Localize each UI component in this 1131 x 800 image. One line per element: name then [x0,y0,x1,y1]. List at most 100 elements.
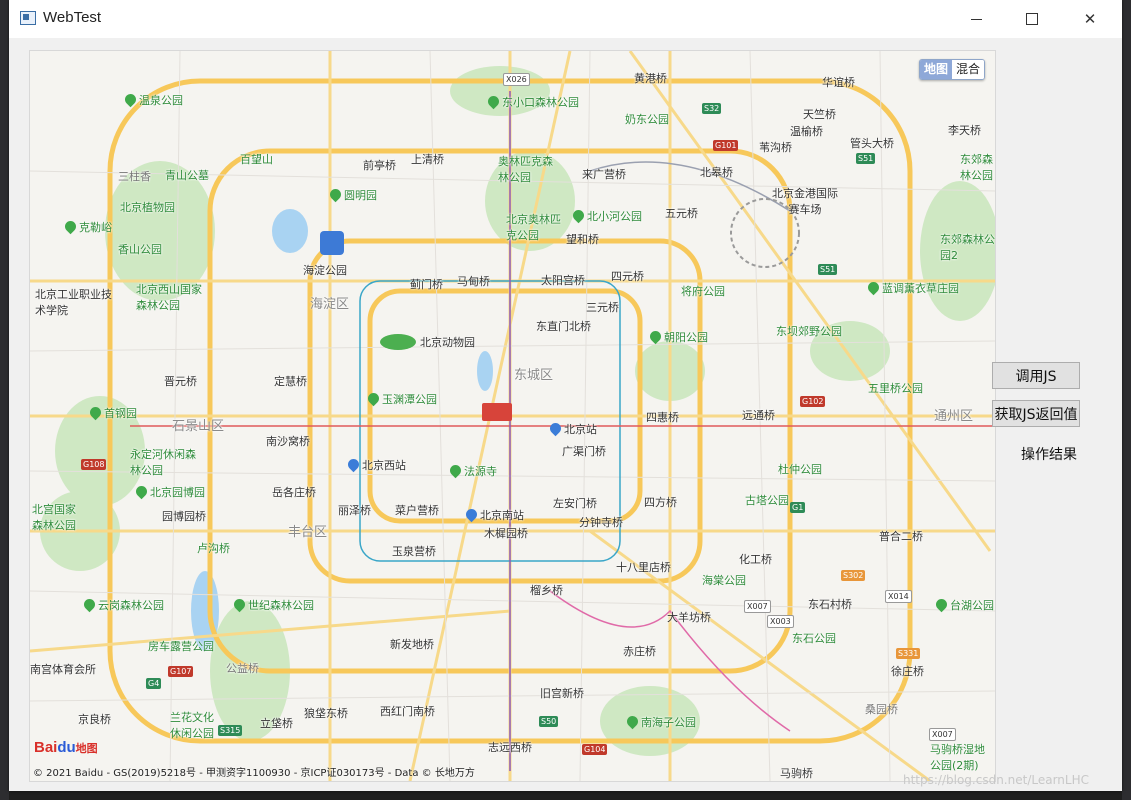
maximize-button[interactable] [1009,0,1055,38]
maximize-icon [1026,13,1038,25]
map-road-label: 公益桥 [226,662,259,675]
map-poi-label: 东小口森林公园 [485,93,579,110]
park-pin-icon [570,207,587,224]
map-station-label: 北京站 [547,420,597,437]
park-pin-icon [81,596,98,613]
map-road-label: 管头大桥 [850,137,894,150]
district-label: 石景山区 [172,419,225,434]
map-road-label: 远通桥 [742,409,775,422]
route-shield: X007 [929,728,956,741]
tiananmen-landmark-icon [482,403,512,421]
baidu-map-logo[interactable]: Baidu地图 [34,739,98,756]
route-shield: G4 [146,678,162,689]
park-pin-icon [624,713,641,730]
get-js-return-button[interactable]: 获取JS返回值 [992,400,1080,427]
map-poi-label: 五里桥公园 [868,382,923,395]
map-road-label: 定慧桥 [274,375,307,388]
map-poi-label: 奶东公园 [625,113,669,126]
map-road-label: 东石村桥 [808,598,852,611]
map-poi-label: 北宫国家森林公园 [32,503,76,532]
map-road-label: 望和桥 [566,233,599,246]
park-pin-icon [133,483,150,500]
map-type-hybrid-button[interactable]: 混合 [951,60,984,79]
map-poi-label: 东坝郊野公园 [776,325,842,338]
map-type-map-button[interactable]: 地图 [919,60,952,79]
map-road-label: 立垡桥 [260,717,293,730]
route-shield: X014 [885,590,912,603]
map-type-switch[interactable]: 地图 混合 [918,59,985,80]
map-poi-label: 首钢园 [87,404,137,421]
map-poi-label: 温泉公园 [122,91,183,108]
route-shield: G107 [168,666,194,677]
minimize-button[interactable] [953,0,999,38]
map-road-label: 黄港桥 [634,72,667,85]
map-road-label: 前亭桥 [363,159,396,172]
map-poi-label: 东石公园 [792,632,836,645]
map-station-label: 北京南站 [463,506,524,523]
map-poi-label: 青山公墓 [165,169,209,182]
map-poi-label: 玉渊潭公园 [365,390,437,407]
map-poi-label: 蓝调薰衣草庄园 [865,279,959,296]
title-bar[interactable]: WebTest ✕ [9,0,1122,38]
app-window-icon [20,11,36,25]
district-label: 海淀区 [310,297,350,312]
map-poi-label: 法源寺 [447,462,497,479]
park-pin-icon [647,328,664,345]
close-button[interactable]: ✕ [1067,0,1113,38]
baidu-logo-suffix: 地图 [75,743,98,755]
map-road-label: 化工桥 [739,553,772,566]
map-poi-label: 台湖公园 [933,596,994,613]
map-road-label: 北皋桥 [700,166,733,179]
map-road-label: 南沙窝桥 [266,435,310,448]
map-poi-label: 将府公园 [681,285,725,298]
call-js-button[interactable]: 调用JS [992,362,1080,389]
map-road-label: 旧宫新桥 [540,687,584,700]
map-road-label: 志远西桥 [488,741,532,754]
map-copyright: © 2021 Baidu - GS(2019)5218号 - 甲测资字11009… [33,768,475,779]
map-road-label: 太阳宫桥 [541,274,585,287]
map-road-label: 四方桥 [644,496,677,509]
map-poi-label: 北京奥林匹克公园 [506,213,561,242]
route-shield: S51 [856,153,876,164]
map-poi-label: 北京植物园 [120,201,175,214]
map-poi-label: 东郊森林公园2 [940,233,995,262]
map-poi-label: 南宫体育会所 [30,663,96,676]
map-poi-label: 北京金港国际赛车场 [772,187,838,216]
map-road-label: 左安门桥 [553,497,597,510]
map-road-label: 海淀公园 [303,264,347,277]
route-shield: G1 [790,502,806,513]
district-label: 通州区 [934,409,974,424]
map-road-label: 大羊坊桥 [667,611,711,624]
route-shield: X003 [767,615,794,628]
map-road-label: 京良桥 [78,713,111,726]
map-road-label: 广渠门桥 [562,445,606,458]
map-road-label: 五元桥 [665,207,698,220]
park-pin-icon [447,462,464,479]
route-shield: S51 [818,264,838,275]
map-poi-label: 海棠公园 [702,574,746,587]
map-road-label: 四元桥 [611,270,644,283]
map-road-label: 华谊桥 [822,76,855,89]
route-shield: G101 [713,140,739,151]
map-road-label: 菜户营桥 [395,504,439,517]
summer-palace-landmark-icon [320,231,344,255]
map-road-label: 四惠桥 [646,411,679,424]
map-road-label: 温榆桥 [790,125,823,138]
map-road-label: 狼垡东桥 [304,707,348,720]
station-icon [345,456,362,473]
map-road-label: 岳各庄桥 [272,486,316,499]
map-road-label: 天竺桥 [803,108,836,121]
map-poi-label: 房车露营公园 [148,640,214,653]
map-road-label: 丽泽桥 [338,504,371,517]
map-poi-label: 百望山 [240,153,273,166]
baidu-logo-text: Bai [34,739,58,756]
route-shield: S331 [896,648,921,659]
map-road-label: 来广营桥 [582,168,626,181]
map-poi-label: 圆明园 [327,186,377,203]
park-pin-icon [87,404,104,421]
web-map-view[interactable]: 海淀区 东城区 石景山区 丰台区 通州区 温泉公园 东小口森林公园 黄港桥 华谊… [29,50,996,782]
map-road-label: 桑园桥 [865,703,898,716]
map-poi-label: 杜仲公园 [778,463,822,476]
district-label: 丰台区 [288,525,328,540]
background-right-edge [1122,0,1131,800]
